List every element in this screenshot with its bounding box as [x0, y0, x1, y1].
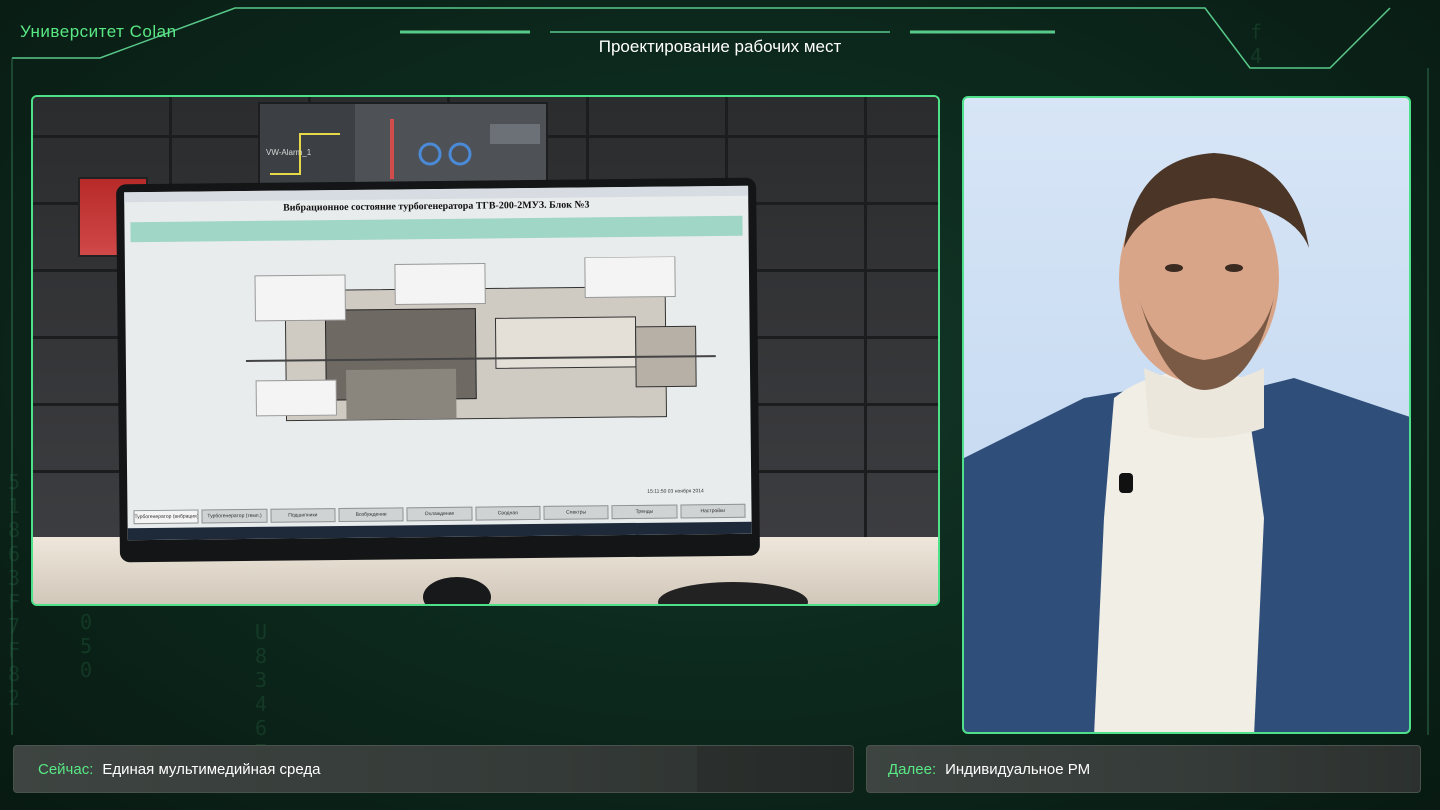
- scada-tab[interactable]: Возбуждение: [338, 507, 404, 523]
- next-up-bar: Далее: Индивидуальное РМ: [866, 745, 1421, 793]
- scada-tab[interactable]: Сводная: [475, 505, 541, 521]
- scada-tab[interactable]: Охлаждение: [406, 506, 473, 522]
- monitor: Вибрационное состояние турбогенератора Т…: [116, 177, 760, 563]
- scada-tab[interactable]: Спектры: [543, 505, 609, 520]
- now-label: Сейчас:: [38, 760, 94, 778]
- turbine-schematic: [245, 256, 716, 422]
- scada-tabs: Турбогенератор (вибрация) Турбогенератор…: [133, 503, 746, 525]
- windows-taskbar: [127, 521, 752, 541]
- matrix-digits-left: 5 1 8 6 3 F 7 F 8 2: [8, 470, 21, 710]
- scada-tab[interactable]: Турбогенератор (темп.): [201, 508, 268, 524]
- brand-logo: Университет Colan: [20, 22, 177, 41]
- now-value: Единая мультимедийная среда: [102, 760, 321, 778]
- parameter-bar: [130, 215, 743, 243]
- next-label: Далее:: [888, 760, 937, 778]
- matrix-digits-top-right: f 4: [1250, 20, 1263, 68]
- control-room-image: VW-Alarm_1 Вибрационное состояние турбог…: [31, 95, 940, 606]
- presenter-video: [962, 96, 1411, 734]
- wall-screen: VW-Alarm_1: [258, 102, 548, 192]
- matrix-digits-mid: U 8 3 4 6 7: [255, 620, 268, 764]
- scada-screen: Вибрационное состояние турбогенератора Т…: [124, 185, 752, 541]
- scada-tab[interactable]: Тренды: [611, 504, 678, 520]
- page-title: Проектирование рабочих мест: [598, 37, 842, 56]
- scada-tab[interactable]: Подшипники: [270, 508, 336, 523]
- next-value: Индивидуальное РМ: [945, 760, 1091, 778]
- now-bar-end-segment: [697, 746, 854, 792]
- scada-timestamp: 15:11:50 03 ноября 2014: [647, 488, 704, 495]
- presenter-figure: [964, 153, 1409, 732]
- now-playing-bar: Сейчас: Единая мультимедийная среда: [13, 745, 854, 793]
- scada-tab[interactable]: Настройки: [680, 503, 746, 519]
- scada-tab[interactable]: Турбогенератор (вибрация): [133, 509, 199, 525]
- wall-screen-tag: VW-Alarm_1: [266, 148, 312, 157]
- matrix-digits-left-2: 0 5 0: [80, 610, 93, 682]
